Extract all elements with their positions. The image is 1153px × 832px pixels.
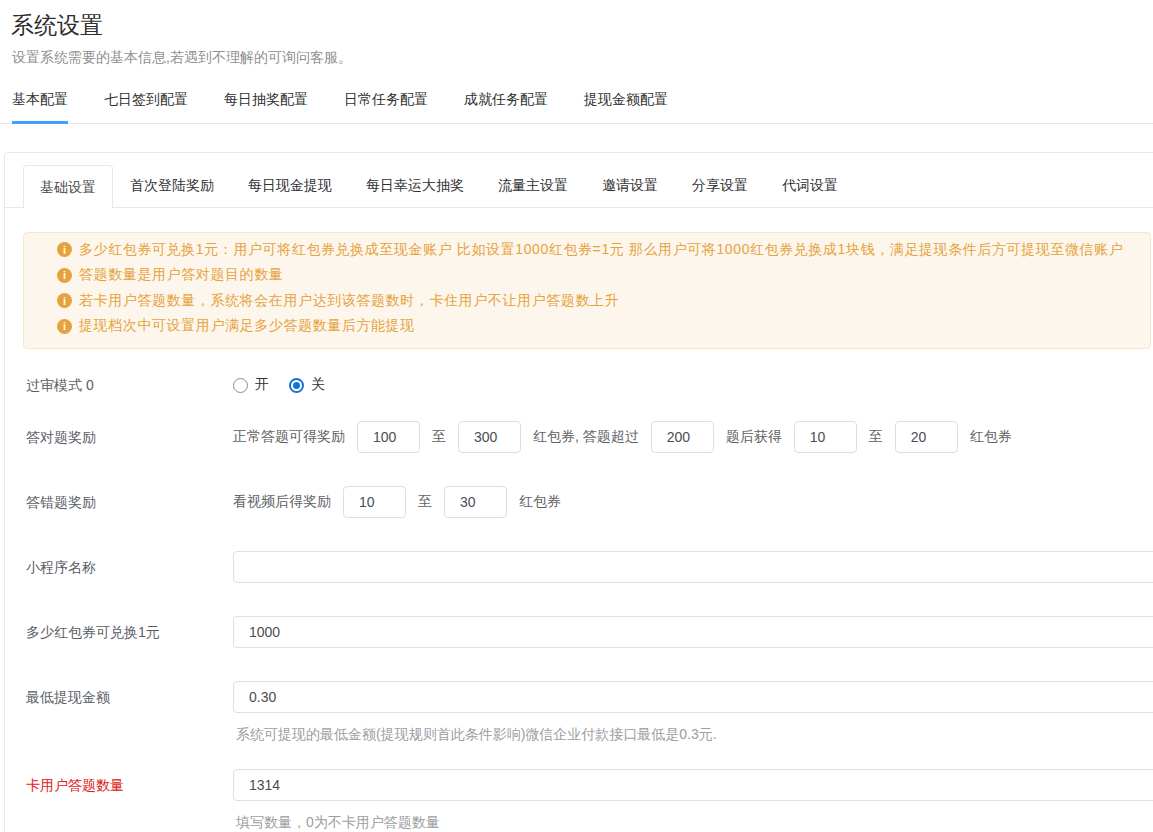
form-row-appname: 小程序名称 bbox=[26, 551, 1153, 583]
correct-prefix-text: 正常答题可得奖励 bbox=[233, 428, 345, 446]
wrong-max-input[interactable] bbox=[444, 486, 507, 518]
top-tab-bar: 基本配置 七日签到配置 每日抽奖配置 日常任务配置 成就任务配置 提现金额配置 bbox=[0, 86, 1153, 124]
correct-max-input[interactable] bbox=[458, 421, 521, 453]
alert-line: i 若卡用户答题数量，系统将会在用户达到该答题数时，卡住用户不让用户答题数上升 bbox=[32, 288, 1142, 314]
to-text: 至 bbox=[432, 428, 446, 446]
top-tab-achievement-task[interactable]: 成就任务配置 bbox=[464, 86, 548, 124]
sub-tab-daily-cash-withdraw[interactable]: 每日现金提现 bbox=[231, 164, 349, 207]
settings-card: 基础设置 首次登陆奖励 每日现金提现 每日幸运大抽奖 流量主设置 邀请设置 分享… bbox=[4, 152, 1153, 832]
exchange-label: 多少红包券可兑换1元 bbox=[26, 616, 233, 648]
form-row-block-count: 卡用户答题数量 填写数量，0为不卡用户答题数量 bbox=[26, 769, 1153, 832]
wrong-reward-content: 看视频后得奖励 至 红包券 bbox=[233, 486, 561, 518]
audit-mode-radio-group: 开 关 bbox=[233, 369, 345, 401]
block-count-input[interactable] bbox=[233, 769, 1153, 801]
block-count-content: 填写数量，0为不卡用户答题数量 bbox=[233, 769, 1153, 832]
correct-after-text: 题后获得 bbox=[726, 428, 782, 446]
wrong-prefix-text: 看视频后得奖励 bbox=[233, 493, 331, 511]
audit-mode-label: 过审模式 0 bbox=[26, 369, 233, 401]
sub-tab-first-login-reward[interactable]: 首次登陆奖励 bbox=[113, 164, 231, 207]
alert-text: 多少红包券可兑换1元：用户可将红包券兑换成至现金账户 比如设置1000红包券=1… bbox=[79, 241, 1123, 259]
sub-tab-daily-lucky-draw[interactable]: 每日幸运大抽奖 bbox=[349, 164, 481, 207]
radio-option-off[interactable]: 关 bbox=[289, 376, 325, 394]
appname-content bbox=[233, 551, 1153, 583]
min-withdraw-input[interactable] bbox=[233, 681, 1153, 713]
correct-threshold-input[interactable] bbox=[651, 421, 714, 453]
correct-min2-input[interactable] bbox=[794, 421, 857, 453]
system-settings-page: 系统设置 设置系统需要的基本信息,若遇到不理解的可询问客服。 基本配置 七日签到… bbox=[0, 0, 1153, 832]
top-tab-seven-day-signin[interactable]: 七日签到配置 bbox=[104, 86, 188, 124]
radio-icon-off[interactable] bbox=[289, 378, 304, 393]
correct-suffix-text: 红包券 bbox=[970, 428, 1012, 446]
radio-option-on[interactable]: 开 bbox=[233, 376, 269, 394]
correct-reward-content: 正常答题可得奖励 至 红包券, 答题超过 题后获得 至 红包券 bbox=[233, 421, 1012, 453]
radio-label-on: 开 bbox=[255, 376, 269, 394]
info-icon: i bbox=[57, 242, 72, 257]
to-text: 至 bbox=[418, 493, 432, 511]
top-tab-basic[interactable]: 基本配置 bbox=[12, 86, 68, 124]
sub-tab-bar: 基础设置 首次登陆奖励 每日现金提现 每日幸运大抽奖 流量主设置 邀请设置 分享… bbox=[5, 153, 1153, 208]
alert-text: 答题数量是用户答对题目的数量 bbox=[79, 266, 283, 284]
form-row-min-withdraw: 最低提现金额 系统可提现的最低金额(提现规则首此条件影响)微信企业付款接口最低是… bbox=[26, 681, 1153, 745]
info-alert: i 多少红包券可兑换1元：用户可将红包券兑换成至现金账户 比如设置1000红包券… bbox=[23, 232, 1151, 349]
form-row-correct-reward: 答对题奖励 正常答题可得奖励 至 红包券, 答题超过 题后获得 至 红包券 bbox=[26, 421, 1153, 453]
radio-label-off: 关 bbox=[311, 376, 325, 394]
wrong-reward-label: 答错题奖励 bbox=[26, 486, 233, 518]
top-tab-daily-lottery[interactable]: 每日抽奖配置 bbox=[224, 86, 308, 124]
min-withdraw-hint: 系统可提现的最低金额(提现规则首此条件影响)微信企业付款接口最低是0.3元. bbox=[236, 723, 1153, 745]
info-icon: i bbox=[57, 319, 72, 334]
exchange-content bbox=[233, 616, 1153, 648]
page-subtitle: 设置系统需要的基本信息,若遇到不理解的可询问客服。 bbox=[12, 49, 352, 67]
correct-min-input[interactable] bbox=[357, 421, 420, 453]
appname-input[interactable] bbox=[233, 551, 1153, 583]
sub-tab-keyword-settings[interactable]: 代词设置 bbox=[765, 164, 855, 207]
correct-reward-label: 答对题奖励 bbox=[26, 421, 233, 453]
wrong-suffix-text: 红包券 bbox=[519, 493, 561, 511]
alert-text: 提现档次中可设置用户满足多少答题数量后方能提现 bbox=[79, 317, 415, 335]
alert-line: i 提现档次中可设置用户满足多少答题数量后方能提现 bbox=[32, 314, 1142, 340]
info-icon: i bbox=[57, 293, 72, 308]
to-text: 至 bbox=[869, 428, 883, 446]
top-tab-daily-task[interactable]: 日常任务配置 bbox=[344, 86, 428, 124]
alert-line: i 答题数量是用户答对题目的数量 bbox=[32, 263, 1142, 289]
wrong-min-input[interactable] bbox=[343, 486, 406, 518]
top-tab-withdraw-amount[interactable]: 提现金额配置 bbox=[584, 86, 668, 124]
form-row-wrong-reward: 答错题奖励 看视频后得奖励 至 红包券 bbox=[26, 486, 1153, 518]
page-title: 系统设置 bbox=[11, 10, 103, 41]
sub-tab-basic-settings[interactable]: 基础设置 bbox=[23, 165, 113, 208]
block-count-hint: 填写数量，0为不卡用户答题数量 bbox=[236, 811, 1153, 832]
settings-form: 过审模式 0 开 关 答对题奖励 正常答题可得奖励 bbox=[26, 369, 1153, 832]
appname-label: 小程序名称 bbox=[26, 551, 233, 583]
correct-mid-text: 红包券, 答题超过 bbox=[533, 428, 639, 446]
alert-text: 若卡用户答题数量，系统将会在用户达到该答题数时，卡住用户不让用户答题数上升 bbox=[79, 292, 619, 310]
correct-max2-input[interactable] bbox=[895, 421, 958, 453]
sub-tab-traffic-settings[interactable]: 流量主设置 bbox=[481, 164, 585, 207]
form-row-audit-mode: 过审模式 0 开 关 bbox=[26, 369, 1153, 401]
min-withdraw-label: 最低提现金额 bbox=[26, 681, 233, 745]
sub-tab-share-settings[interactable]: 分享设置 bbox=[675, 164, 765, 207]
info-icon: i bbox=[57, 268, 72, 283]
min-withdraw-content: 系统可提现的最低金额(提现规则首此条件影响)微信企业付款接口最低是0.3元. bbox=[233, 681, 1153, 745]
sub-tab-invite-settings[interactable]: 邀请设置 bbox=[585, 164, 675, 207]
radio-icon-on[interactable] bbox=[233, 378, 248, 393]
form-row-exchange: 多少红包券可兑换1元 bbox=[26, 616, 1153, 648]
block-count-label: 卡用户答题数量 bbox=[26, 769, 233, 832]
exchange-input[interactable] bbox=[233, 616, 1153, 648]
alert-line: i 多少红包券可兑换1元：用户可将红包券兑换成至现金账户 比如设置1000红包券… bbox=[32, 237, 1142, 263]
